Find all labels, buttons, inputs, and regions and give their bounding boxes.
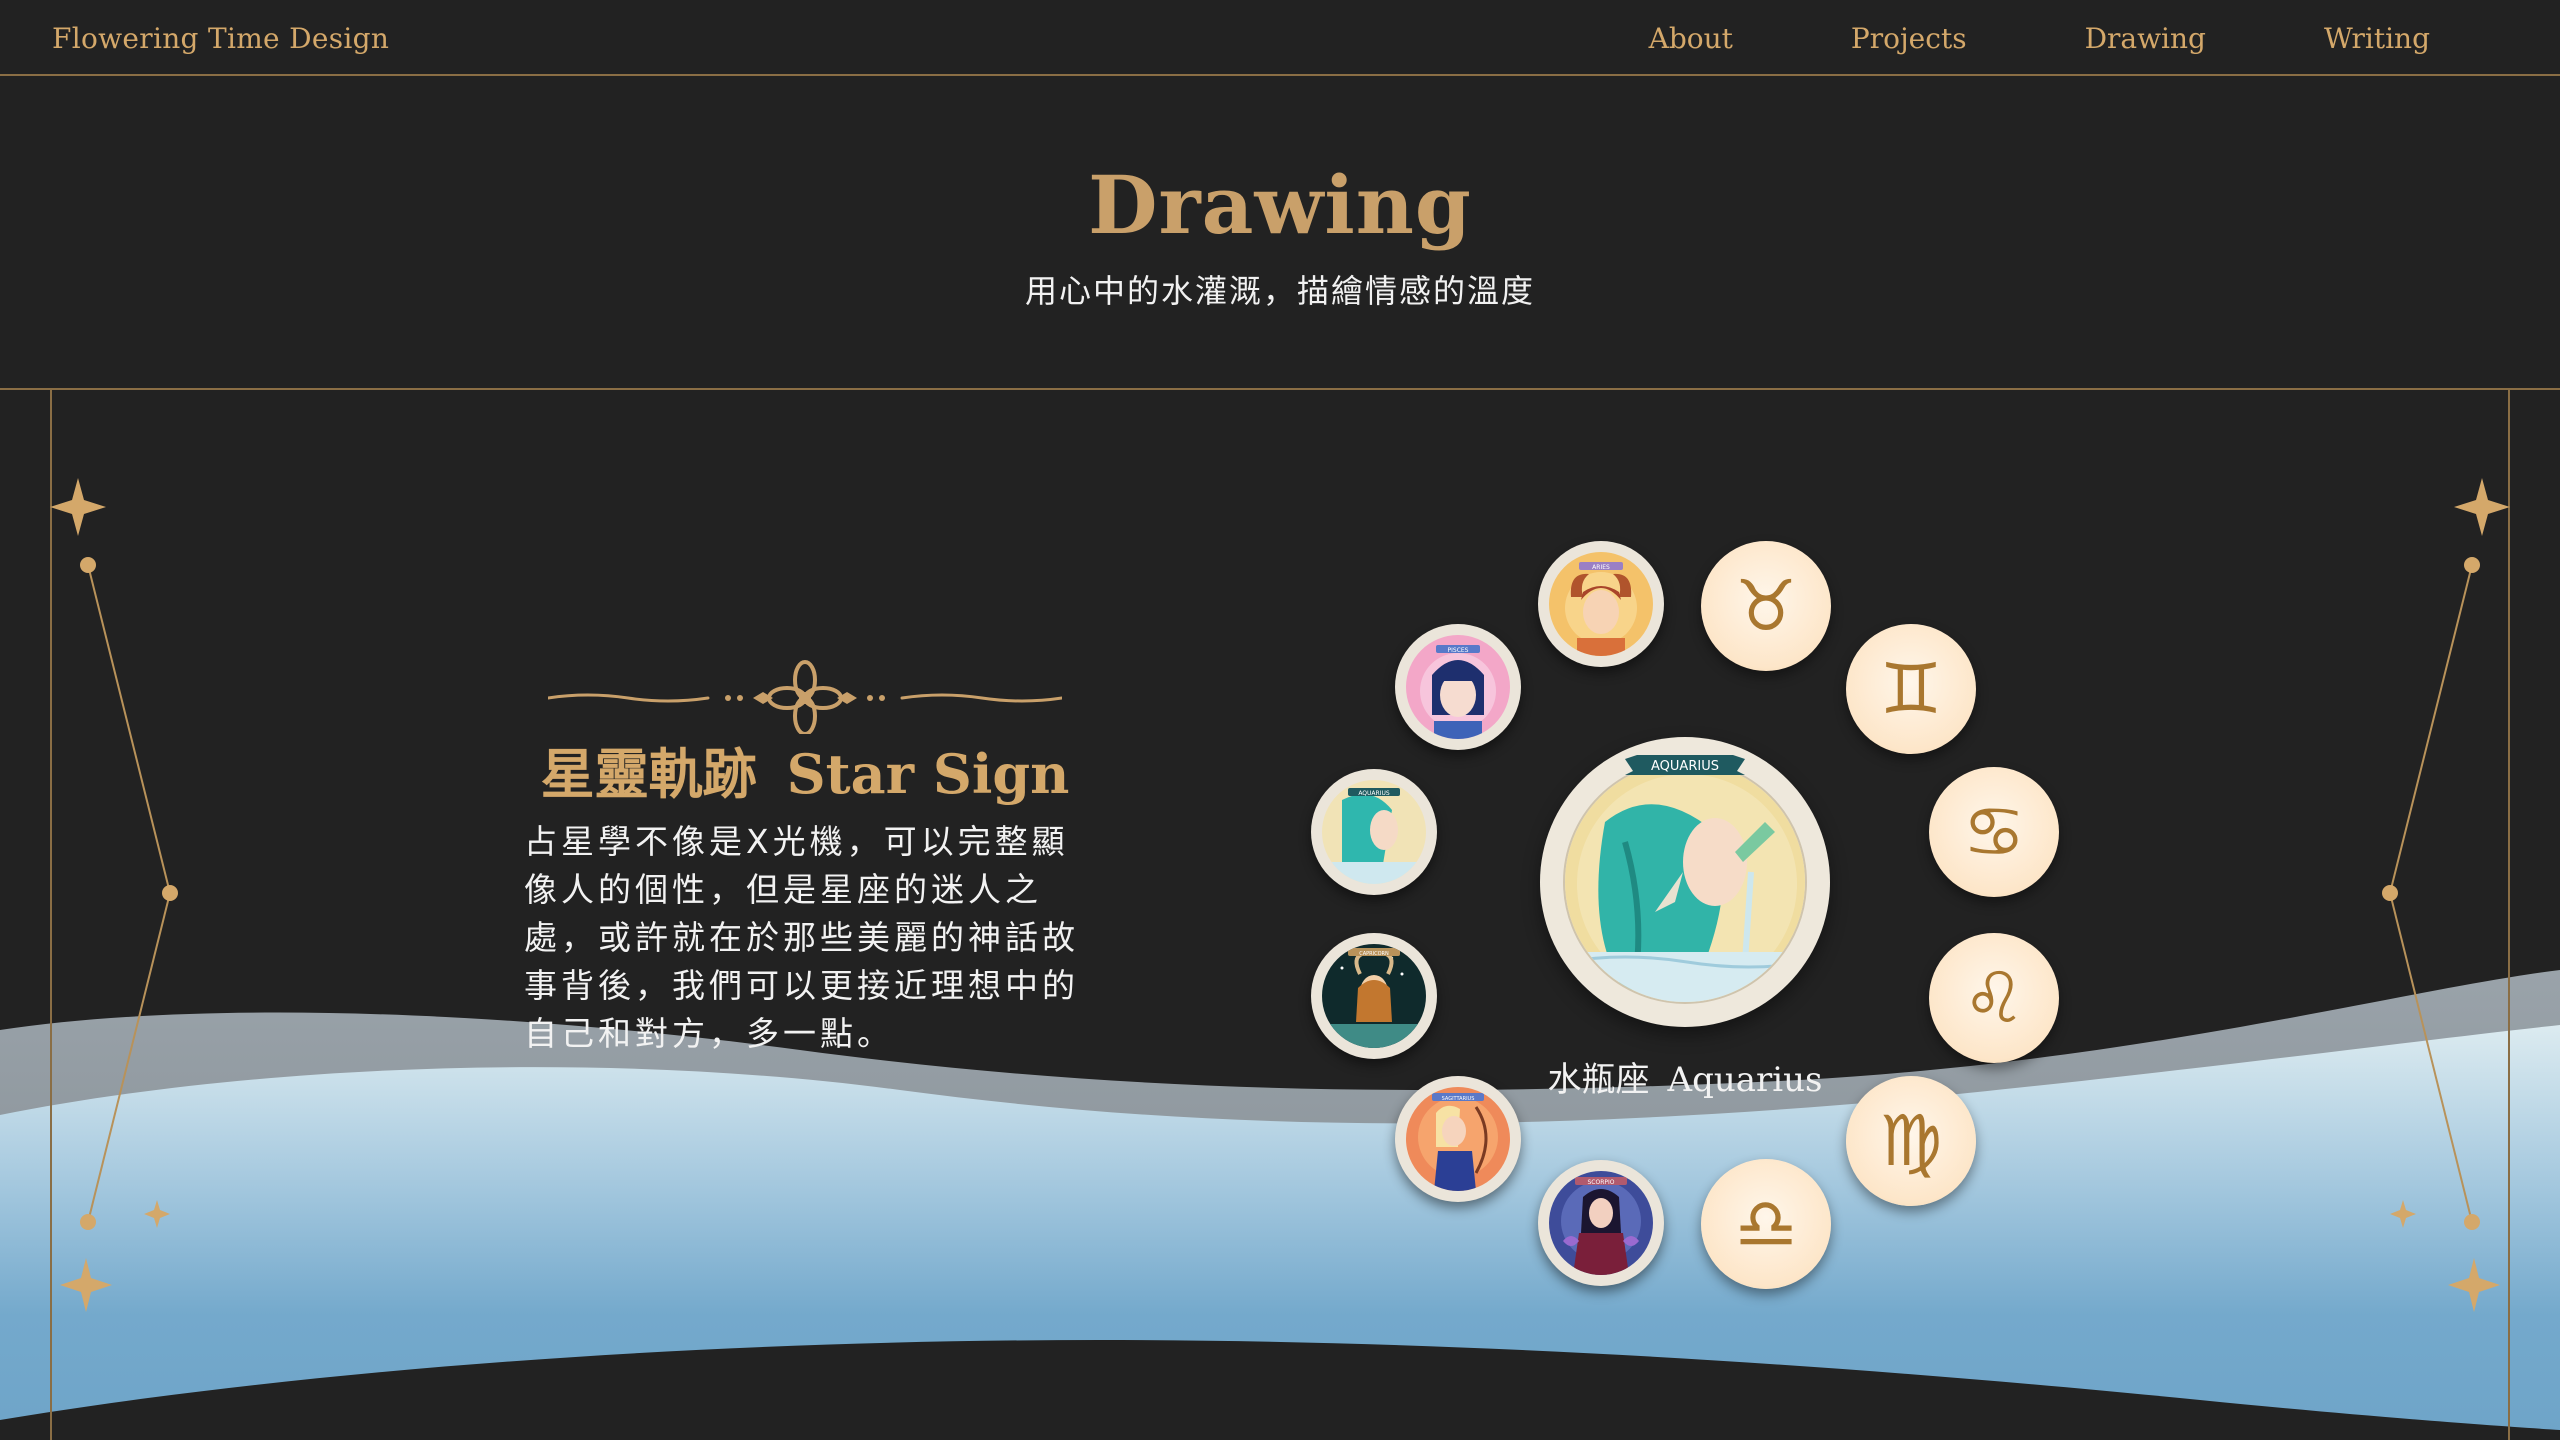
pisces-banner: PISCES (1448, 647, 1469, 654)
zodiac-symbol-cancer[interactable]: ♋ (1929, 767, 2059, 897)
zodiac-portrait-aquarius[interactable]: AQUARIUS (1311, 769, 1437, 895)
section-description: 占星學不像是X光機，可以完整顯像人的個性，但是星座的迷人之處，或許就在於那些美麗… (524, 822, 1079, 1053)
selected-sign-label: 水瓶座 Aquarius (1500, 1052, 1870, 1101)
zodiac-symbol-taurus[interactable]: ♉ (1701, 541, 1831, 671)
capricorn-portrait-icon: CAPRICORN (1322, 944, 1426, 1048)
sagittarius-portrait-icon: SAGITTARIUS (1406, 1087, 1510, 1191)
zodiac-portrait-pisces[interactable]: PISCES (1395, 624, 1521, 750)
aries-portrait-icon: ARIES (1549, 552, 1653, 656)
selected-sign-en: Aquarius (1667, 1060, 1823, 1100)
zodiac-symbol-gemini[interactable]: ♊ (1846, 624, 1976, 754)
zodiac-portrait-aries[interactable]: ARIES (1538, 541, 1664, 667)
aquarius-banner-ribbon-icon: AQUARIUS (1625, 755, 1745, 775)
constellation-decoration (50, 478, 2510, 1312)
pisces-portrait-icon: PISCES (1406, 635, 1510, 739)
aquarius-banner: AQUARIUS (1358, 790, 1390, 797)
section-title-zh: 星靈軌跡 (540, 743, 757, 806)
center-banner-text: AQUARIUS (1651, 759, 1719, 774)
scorpio-banner: SCORPIO (1588, 1179, 1615, 1186)
scorpio-portrait-icon: SCORPIO (1549, 1171, 1653, 1275)
selected-sign-plate: AQUARIUS (1540, 737, 1830, 1027)
sagittarius-banner: SAGITTARIUS (1442, 1096, 1475, 1102)
zodiac-symbol-libra[interactable]: ♎ (1701, 1159, 1831, 1289)
selected-sign-zh: 水瓶座 (1547, 1060, 1650, 1100)
zodiac-portrait-capricorn[interactable]: CAPRICORN (1311, 933, 1437, 1059)
section-title-en: Star Sign (786, 742, 1070, 806)
aquarius-portrait-icon: AQUARIUS (1322, 780, 1426, 884)
aquarius-feature-illustration-icon (1563, 760, 1807, 1004)
zodiac-portrait-scorpio[interactable]: SCORPIO (1538, 1160, 1664, 1286)
aries-banner: ARIES (1592, 564, 1610, 571)
zodiac-symbol-leo[interactable]: ♌ (1929, 933, 2059, 1063)
section-title: 星靈軌跡 Star Sign (500, 730, 1110, 809)
ornament-divider-icon (548, 660, 1062, 734)
capricorn-banner: CAPRICORN (1359, 951, 1389, 957)
